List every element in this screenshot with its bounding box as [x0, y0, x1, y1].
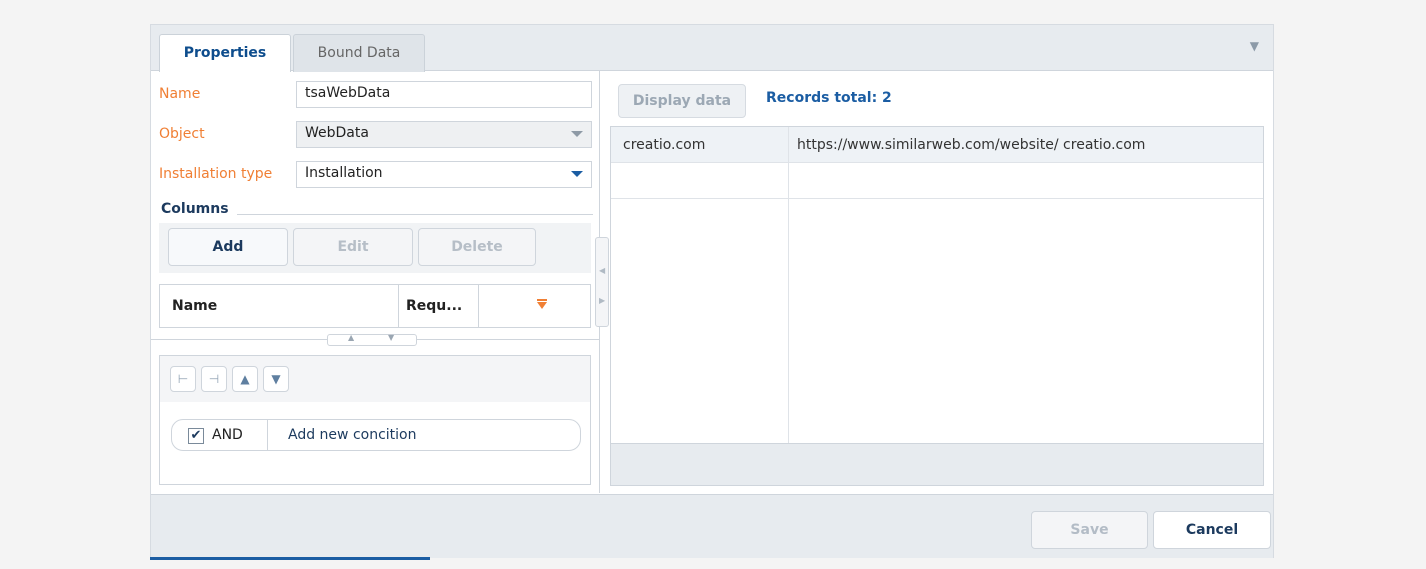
column-header-name[interactable]: Name: [172, 285, 217, 327]
name-input[interactable]: tsaWebData: [296, 81, 592, 108]
chevron-down-icon[interactable]: [571, 131, 583, 137]
edit-button[interactable]: Edit: [293, 228, 413, 266]
object-label: Object: [159, 126, 205, 142]
column-divider: [788, 127, 789, 443]
arrow-down-icon[interactable]: ▼: [263, 366, 289, 392]
table-cell: https://www.similarweb.com/website/ crea…: [797, 137, 1146, 153]
column-filter-icon[interactable]: [537, 299, 547, 309]
indent-icon[interactable]: ⊢: [170, 366, 196, 392]
save-button[interactable]: Save: [1031, 511, 1148, 549]
filter-toolbar: ⊢ ⊣ ▲ ▼: [160, 356, 590, 402]
chevron-up-icon[interactable]: ▲: [348, 333, 354, 342]
tab-properties[interactable]: Properties: [159, 34, 291, 72]
table-row[interactable]: creatio.com https://www.similarweb.com/w…: [611, 127, 1263, 163]
condition-divider: [267, 420, 268, 450]
dialog-footer: Save Cancel: [151, 494, 1273, 558]
data-pane: Display data Records total: 2 creatio.co…: [600, 71, 1275, 493]
filter-panel: ⊢ ⊣ ▲ ▼ ✔ AND Add new concition: [159, 355, 591, 485]
add-condition-link[interactable]: Add new concition: [288, 427, 416, 443]
and-label[interactable]: AND: [212, 427, 243, 443]
chevron-down-icon[interactable]: [571, 171, 583, 177]
outdent-icon[interactable]: ⊣: [201, 366, 227, 392]
display-data-button[interactable]: Display data: [618, 84, 746, 118]
records-total: Records total: 2: [766, 90, 892, 106]
column-divider: [398, 285, 399, 327]
data-grid: creatio.com https://www.similarweb.com/w…: [610, 126, 1264, 486]
installation-type-label: Installation type: [159, 166, 273, 182]
tab-bound-data[interactable]: Bound Data: [293, 34, 425, 72]
properties-pane: Name tsaWebData Object WebData Installat…: [151, 71, 599, 493]
filter-condition-group: ✔ AND Add new concition: [171, 419, 581, 451]
delete-button[interactable]: Delete: [418, 228, 536, 266]
bound-data-dialog: Properties Bound Data ▼ Name tsaWebData …: [150, 24, 1274, 558]
installation-type-select[interactable]: Installation: [296, 161, 592, 188]
filter-menu-icon[interactable]: ▼: [1250, 39, 1259, 53]
cancel-button[interactable]: Cancel: [1153, 511, 1271, 549]
columns-toolbar: Add Edit Delete: [159, 223, 591, 273]
table-row[interactable]: [611, 163, 1263, 199]
columns-section-title: Columns: [161, 201, 237, 217]
table-cell: creatio.com: [623, 137, 706, 153]
vertical-splitter[interactable]: ▲ ▼: [327, 333, 417, 346]
installation-type-value: Installation: [305, 165, 383, 181]
bottom-accent-bar: [150, 557, 430, 560]
column-divider: [478, 285, 479, 327]
tab-bar: Properties Bound Data ▼: [151, 25, 1273, 72]
grid-footer: [611, 443, 1263, 485]
object-select[interactable]: WebData: [296, 121, 592, 148]
columns-grid-header: Name Requ...: [159, 284, 591, 328]
and-checkbox[interactable]: ✔: [188, 428, 204, 444]
chevron-down-icon[interactable]: ▼: [388, 333, 394, 342]
arrow-up-icon[interactable]: ▲: [232, 366, 258, 392]
add-button[interactable]: Add: [168, 228, 288, 266]
column-header-required[interactable]: Requ...: [406, 285, 462, 327]
object-value: WebData: [305, 125, 369, 141]
name-label: Name: [159, 86, 201, 102]
